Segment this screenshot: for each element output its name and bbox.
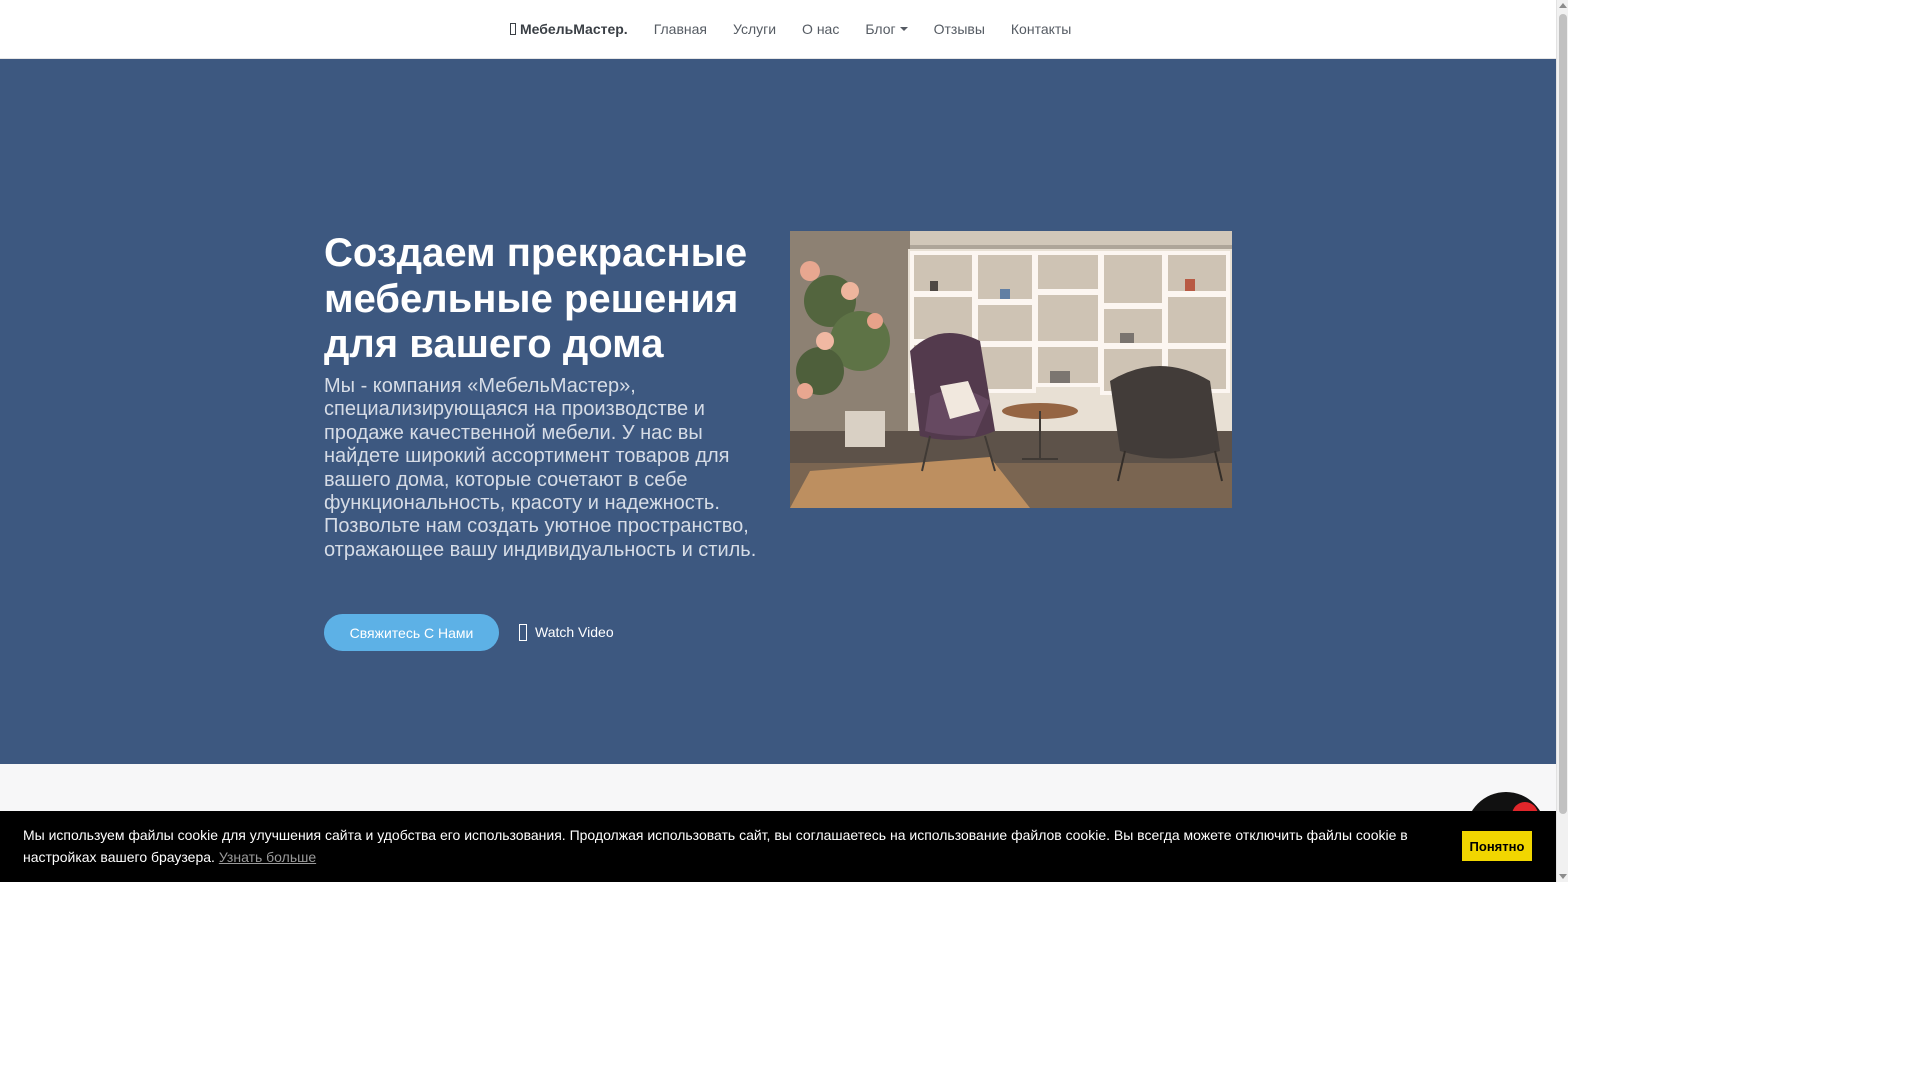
watch-video-link[interactable]: Watch Video: [519, 621, 614, 643]
nav-link-reviews[interactable]: Отзывы: [934, 21, 985, 37]
hero-section: Создаем прекрасные мебельные решения для…: [0, 59, 1556, 764]
scroll-down-arrow-icon[interactable]: [1559, 874, 1567, 879]
contact-us-button[interactable]: Свяжитесь С Нами: [324, 614, 499, 651]
play-icon: [519, 623, 527, 641]
scroll-up-arrow-icon[interactable]: [1559, 3, 1567, 8]
brand-name: МебельМастер.: [520, 21, 628, 37]
nav-link-services[interactable]: Услуги: [733, 21, 776, 37]
nav-link-blog-dropdown[interactable]: Блог: [865, 21, 908, 37]
cookie-learn-more-link[interactable]: Узнать больше: [219, 849, 316, 865]
page-scrollbar[interactable]: [1556, 0, 1568, 882]
hero-title: Создаем прекрасные мебельные решения для…: [324, 231, 748, 366]
interior-illustration: [790, 231, 1232, 508]
nav-link-contacts[interactable]: Контакты: [1011, 21, 1071, 37]
brand-logo[interactable]: МебельМастер.: [510, 21, 628, 37]
hero-interior-image: [790, 231, 1232, 508]
caret-down-icon: [899, 27, 908, 31]
cookie-message: Мы используем файлы cookie для улучшения…: [23, 824, 1443, 868]
nav-link-blog-label: Блог: [865, 21, 896, 37]
cookie-banner: Мы используем файлы cookie для улучшения…: [0, 811, 1556, 882]
nav-link-home[interactable]: Главная: [654, 21, 707, 37]
nav-container: МебельМастер. Главная Услуги О нас Блог …: [510, 0, 1097, 58]
cookie-accept-button[interactable]: Понятно: [1462, 831, 1532, 861]
top-navbar: МебельМастер. Главная Услуги О нас Блог …: [0, 0, 1556, 59]
scroll-thumb[interactable]: [1559, 14, 1567, 814]
hero-description: Мы - компания «МебельМастер», специализи…: [324, 375, 757, 561]
brand-icon: [510, 23, 516, 35]
watch-video-label: Watch Video: [535, 624, 614, 640]
nav-link-about[interactable]: О нас: [802, 21, 839, 37]
